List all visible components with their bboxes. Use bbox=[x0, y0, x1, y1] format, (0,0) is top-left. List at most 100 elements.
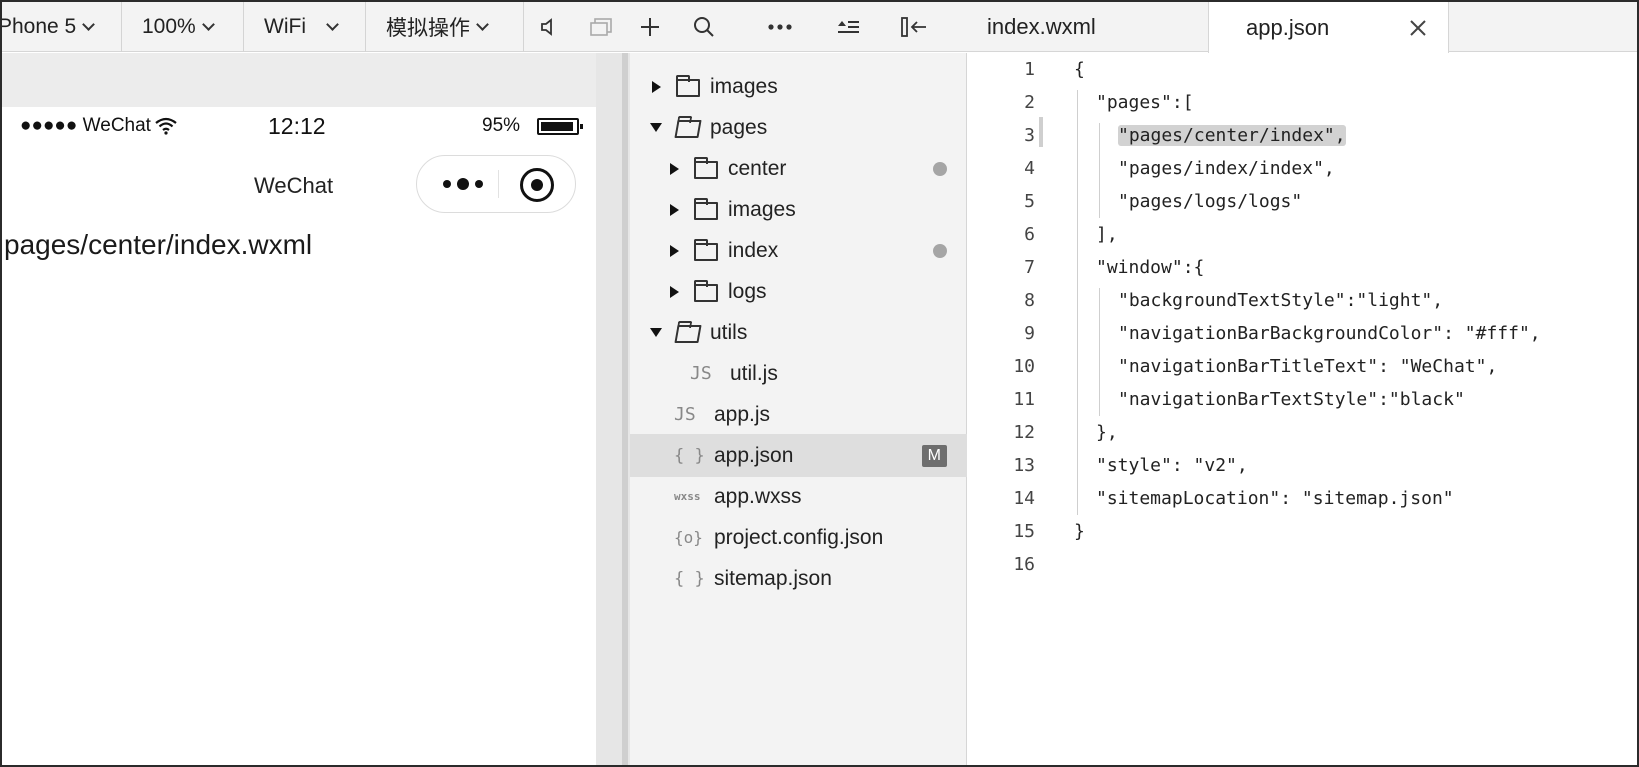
chevron-down-icon bbox=[476, 18, 489, 31]
page-content-text: pages/center/index.wxml bbox=[4, 229, 313, 260]
modified-dot-icon bbox=[933, 161, 947, 176]
line-number: 14 bbox=[1013, 488, 1035, 509]
tree-file[interactable]: JS util.js bbox=[630, 352, 967, 395]
network-select[interactable]: WiFi bbox=[244, 2, 366, 52]
tree-item-label: images bbox=[728, 197, 796, 221]
code-editor[interactable]: 1 {2 "pages":[3 "pages/center/index", 4 "page… bbox=[967, 53, 1637, 765]
code-line[interactable]: }, bbox=[1096, 422, 1118, 443]
code-line[interactable]: "backgroundTextStyle":"light", bbox=[1118, 290, 1443, 311]
capsule-menu bbox=[416, 155, 576, 213]
code-line[interactable]: "navigationBarTextStyle":"black" bbox=[1118, 389, 1465, 410]
toggle-panel-button[interactable] bbox=[892, 2, 967, 52]
chevron-down-icon bbox=[326, 18, 339, 31]
caret-right-icon[interactable] bbox=[670, 285, 679, 298]
code-token: "window":{ bbox=[1096, 257, 1205, 278]
signal-carrier-text: ●●●●● WeChat bbox=[20, 115, 151, 136]
device-label: Phone 5 bbox=[0, 15, 77, 38]
tree-folder[interactable]: images bbox=[630, 65, 967, 108]
tree-folder[interactable]: logs bbox=[630, 270, 967, 313]
collapse-list-icon bbox=[838, 21, 859, 33]
panel-toggle-icon bbox=[901, 17, 926, 37]
folder-open-icon bbox=[674, 325, 702, 343]
code-token: } bbox=[1074, 521, 1085, 542]
wifi-icon bbox=[155, 117, 177, 135]
code-line[interactable]: { bbox=[1074, 59, 1085, 80]
tree-folder[interactable]: pages bbox=[630, 106, 967, 149]
code-line[interactable]: "sitemapLocation": "sitemap.json" bbox=[1096, 488, 1454, 509]
chevron-down-icon bbox=[201, 18, 215, 31]
tree-item-label: images bbox=[710, 74, 778, 98]
code-line[interactable]: "pages/logs/logs" bbox=[1118, 191, 1302, 212]
navigation-bar-title: WeChat bbox=[254, 173, 334, 198]
explorer-toolbar bbox=[630, 2, 967, 52]
tree-folder[interactable]: index bbox=[630, 229, 967, 272]
code-line[interactable]: "style": "v2", bbox=[1096, 455, 1248, 476]
line-number: 3 bbox=[1024, 125, 1035, 146]
caret-right-icon[interactable] bbox=[652, 80, 661, 93]
line-number: 12 bbox=[1013, 422, 1035, 443]
code-line[interactable]: "pages":[ bbox=[1096, 92, 1194, 113]
tab-label: app.json bbox=[1246, 14, 1330, 40]
folder-open-icon bbox=[674, 120, 702, 138]
capsule-divider bbox=[498, 170, 499, 198]
simulate-action-label: 模拟操作 bbox=[386, 17, 470, 40]
panel-splitter[interactable] bbox=[596, 53, 630, 765]
code-line[interactable]: "navigationBarBackgroundColor": "#fff", bbox=[1118, 323, 1541, 344]
more-button[interactable] bbox=[760, 2, 800, 52]
tree-folder[interactable]: images bbox=[630, 188, 967, 231]
tree-item-label: util.js bbox=[730, 361, 778, 385]
phone-screen: ●●●●● WeChat 12:12 95% WeChat pages/cent… bbox=[2, 107, 596, 765]
code-line[interactable]: "pages/index/index", bbox=[1118, 158, 1335, 179]
search-button[interactable] bbox=[684, 2, 724, 52]
code-token: "navigationBarTitleText": "WeChat", bbox=[1118, 356, 1498, 377]
device-select[interactable]: Phone 5 bbox=[0, 2, 122, 52]
code-line[interactable]: } bbox=[1074, 521, 1085, 542]
code-token: ], bbox=[1096, 224, 1118, 245]
tree-file[interactable]: JS app.js bbox=[630, 393, 967, 436]
tree-file[interactable]: { } app.json M bbox=[630, 434, 967, 477]
chevron-down-icon bbox=[82, 18, 96, 31]
splitter-bar[interactable] bbox=[622, 53, 628, 765]
line-number: 1 bbox=[1024, 59, 1035, 80]
tree-folder[interactable]: utils bbox=[630, 311, 967, 354]
tree-item-label: index bbox=[728, 238, 779, 262]
caret-down-icon[interactable] bbox=[650, 328, 662, 337]
status-time: 12:12 bbox=[268, 112, 326, 139]
caret-right-icon[interactable] bbox=[670, 162, 679, 175]
add-file-button[interactable] bbox=[630, 2, 670, 52]
line-number: 8 bbox=[1024, 290, 1035, 311]
tree-item-label: app.json bbox=[714, 443, 794, 467]
code-line[interactable]: "navigationBarTitleText": "WeChat", bbox=[1118, 356, 1497, 377]
close-icon[interactable] bbox=[1409, 19, 1427, 37]
code-token: }, bbox=[1096, 422, 1118, 443]
network-label: WiFi bbox=[264, 15, 306, 38]
code-line[interactable]: ], bbox=[1096, 224, 1118, 245]
more-dots-icon[interactable] bbox=[437, 172, 497, 196]
tree-file[interactable]: { } sitemap.json bbox=[630, 557, 967, 600]
tab-app-json[interactable]: app.json bbox=[1208, 2, 1449, 53]
close-miniprogram-icon[interactable] bbox=[520, 168, 554, 202]
collapse-button[interactable] bbox=[828, 2, 868, 52]
code-line[interactable]: "window":{ bbox=[1096, 257, 1204, 278]
zoom-label: 100% bbox=[142, 15, 196, 38]
code-token: "pages/center/index", bbox=[1118, 125, 1346, 146]
line-number: 9 bbox=[1024, 323, 1035, 344]
mute-button[interactable] bbox=[524, 2, 572, 52]
folder-icon bbox=[676, 75, 700, 97]
caret-down-icon[interactable] bbox=[650, 123, 662, 132]
folder-icon bbox=[694, 157, 718, 179]
tab-index-wxml[interactable]: index.wxml bbox=[987, 2, 1096, 52]
code-line[interactable]: "pages/center/index", bbox=[1118, 125, 1346, 146]
caret-right-icon[interactable] bbox=[670, 244, 679, 257]
tree-file[interactable]: {o} project.config.json bbox=[630, 516, 967, 559]
tree-folder[interactable]: center bbox=[630, 147, 967, 190]
detach-window-button[interactable] bbox=[572, 2, 630, 52]
simulator-area: ●●●●● WeChat 12:12 95% WeChat pages/cent… bbox=[2, 53, 630, 765]
tree-item-label: app.wxss bbox=[714, 484, 802, 508]
tree-file[interactable]: wxss app.wxss bbox=[630, 475, 967, 518]
caret-right-icon[interactable] bbox=[670, 203, 679, 216]
indent-guide bbox=[1099, 123, 1100, 218]
zoom-select[interactable]: 100% bbox=[122, 2, 244, 52]
simulate-action-select[interactable]: 模拟操作 bbox=[366, 2, 524, 52]
json-file-icon: { } bbox=[674, 568, 705, 589]
